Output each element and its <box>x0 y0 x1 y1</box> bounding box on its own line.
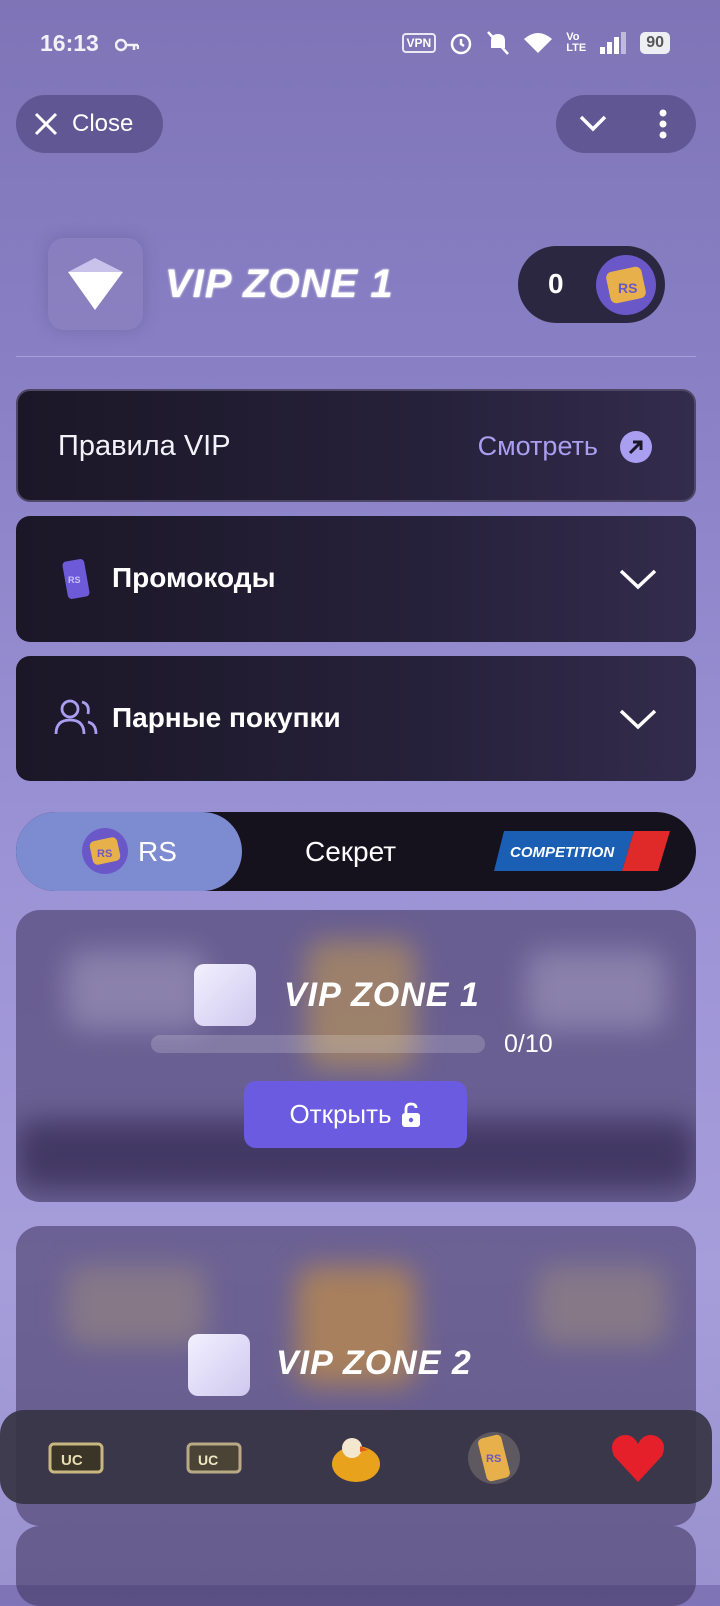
chevron-down-icon[interactable] <box>578 111 608 135</box>
header-divider <box>16 356 696 357</box>
network-type: Vo LTE <box>566 31 587 54</box>
alarm-icon <box>450 33 472 55</box>
more-icon[interactable] <box>659 109 667 139</box>
unlock-icon <box>401 1102 420 1127</box>
battery-indicator: 90 <box>640 32 670 54</box>
tab-competition[interactable]: COMPETITION <box>494 831 670 871</box>
open-label: Открыть <box>289 1099 392 1129</box>
status-time: 16:13 <box>40 30 99 56</box>
vip-zone-card: VIP ZONE 1 0/10 Открыть <box>16 910 696 1202</box>
zone-cube-icon <box>194 964 256 1026</box>
balance-value: 0 <box>548 268 564 299</box>
mute-icon <box>487 31 510 55</box>
rs-coin-icon: RS <box>82 828 128 874</box>
uc-voucher-icon[interactable]: UC <box>184 1432 244 1484</box>
page-title: VIP ZONE 1 <box>165 262 394 306</box>
key-icon <box>115 38 139 52</box>
category-tabs: RS RS Секрет COMPETITION <box>16 812 696 891</box>
close-icon <box>34 112 58 136</box>
bottom-nav: UC UC RS <box>0 1410 712 1504</box>
status-icons: VPN Vo LTE 90 <box>401 30 670 56</box>
svg-text:RS: RS <box>486 1453 501 1465</box>
zone-title: VIP ZONE 2 <box>276 1344 472 1382</box>
rs-ticket-icon[interactable]: RS <box>464 1432 524 1484</box>
zone-progress-bar <box>151 1035 485 1053</box>
view-rules-link[interactable]: Смотреть <box>478 431 598 462</box>
chevron-down-icon <box>619 709 657 730</box>
zone-title: VIP ZONE 1 <box>284 976 480 1014</box>
tab-rs-label: RS <box>138 836 177 867</box>
svg-text:UC: UC <box>198 1452 218 1468</box>
tab-secret[interactable]: Секрет <box>305 836 396 868</box>
close-button[interactable]: Close <box>16 95 163 153</box>
rules-label: Правила VIP <box>58 430 231 462</box>
wifi-icon <box>524 33 553 53</box>
open-zone-button[interactable]: Открыть <box>244 1081 467 1148</box>
vip-rules-card[interactable]: Правила VIP Смотреть <box>16 389 696 502</box>
vip-zone-card <box>16 1526 696 1606</box>
svg-text:UC: UC <box>61 1452 83 1469</box>
competition-label: COMPETITION <box>510 844 615 861</box>
window-menu-button[interactable] <box>556 95 696 153</box>
signal-icon <box>600 32 627 54</box>
chevron-down-icon <box>619 569 657 590</box>
paired-purchases-label: Парные покупки <box>112 702 341 733</box>
arrow-up-right-icon[interactable] <box>620 431 652 463</box>
vpn-badge: VPN <box>401 33 437 53</box>
zone-progress-text: 0/10 <box>504 1030 553 1058</box>
svg-text:RS: RS <box>97 848 112 860</box>
zone-cube-icon <box>188 1334 250 1396</box>
uc-ticket-icon[interactable]: UC <box>46 1432 106 1484</box>
svg-text:RS: RS <box>68 575 81 585</box>
promocodes-accordion[interactable]: RS Промокоды <box>16 516 696 642</box>
vip-logo <box>48 238 143 330</box>
users-icon <box>54 699 98 735</box>
chicken-icon[interactable] <box>326 1432 386 1484</box>
balance-pill[interactable]: 0 RS <box>518 246 665 323</box>
ticket-icon: RS <box>62 559 90 599</box>
tab-rs[interactable]: RS RS <box>16 812 242 891</box>
vip-diamond-icon <box>68 258 123 310</box>
paired-purchases-accordion[interactable]: Парные покупки <box>16 656 696 781</box>
close-label: Close <box>72 110 134 137</box>
svg-text:RS: RS <box>618 280 637 296</box>
status-bar: 16:13 VPN Vo LTE 90 <box>0 0 720 90</box>
heart-icon[interactable] <box>608 1432 668 1484</box>
rs-coin-icon: RS <box>596 255 656 315</box>
promocodes-label: Промокоды <box>112 562 276 593</box>
